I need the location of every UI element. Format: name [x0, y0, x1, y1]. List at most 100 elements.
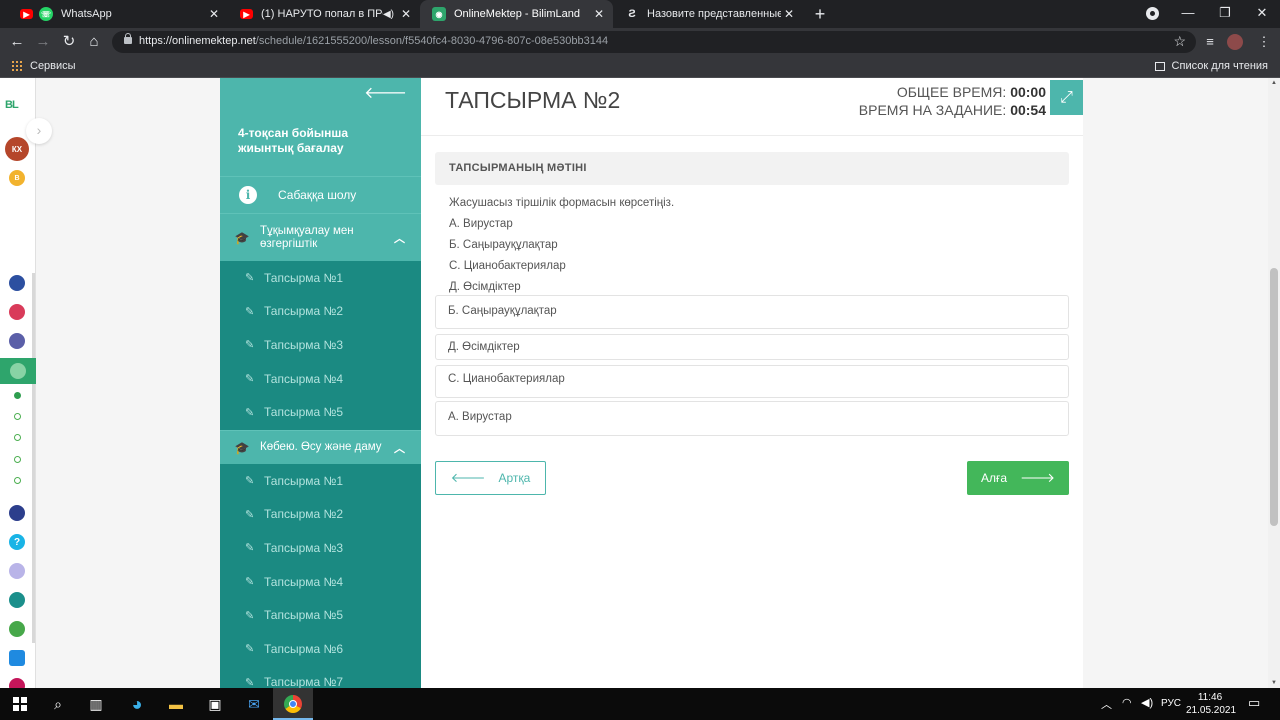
- tray-chevron-icon[interactable]: ︿: [1101, 696, 1112, 712]
- subject-biology-icon[interactable]: [10, 363, 26, 379]
- chrome-taskbar-icon[interactable]: [273, 688, 313, 720]
- sidebar-item-task[interactable]: ✎ Тапсырма №1: [220, 261, 421, 295]
- sidebar-item-task[interactable]: ✎ Тапсырма №5: [220, 598, 421, 632]
- collapse-sidebar-button[interactable]: ›: [26, 118, 52, 144]
- fullscreen-button[interactable]: ⤢: [1050, 80, 1083, 115]
- bookmark-services[interactable]: Сервисы: [30, 60, 76, 72]
- close-tab-icon[interactable]: ✕: [781, 7, 797, 21]
- answer-option[interactable]: Д. Өсімдіктер: [435, 334, 1069, 360]
- subject-music-icon[interactable]: [9, 678, 25, 688]
- notifications-icon[interactable]: ▭: [1248, 695, 1260, 711]
- reading-list-button[interactable]: Список для чтения: [1154, 60, 1268, 72]
- tab-youtube[interactable]: ▶ (1) НАРУТО попал в ПРОШЛ ◀) ✕: [228, 0, 420, 28]
- subject-geography-icon[interactable]: [9, 592, 25, 608]
- reload-icon[interactable]: ↻: [58, 31, 80, 53]
- page-scrollbar[interactable]: ▲ ▼: [1268, 78, 1280, 688]
- edit-icon: ✎: [245, 609, 255, 622]
- section-reproduction[interactable]: 🎓 Көбею. Өсу және даму ︿: [220, 430, 421, 464]
- answer-option[interactable]: А. Вирустар: [435, 401, 1069, 436]
- close-tab-icon[interactable]: ✕: [591, 7, 607, 21]
- sidebar-item-task[interactable]: ✎ Тапсырма №7: [220, 666, 421, 688]
- subject-math-icon[interactable]: [9, 275, 25, 291]
- lesson-ring-icon[interactable]: [14, 456, 21, 463]
- question-option: С. Цианобактериялар: [449, 260, 566, 272]
- sidebar-item-task[interactable]: ✎ Тапсырма №4: [220, 565, 421, 599]
- home-icon[interactable]: ⌂: [83, 31, 105, 53]
- speaker-icon[interactable]: ◀): [383, 9, 394, 20]
- section-heredity[interactable]: 🎓 Тұқымқуалау мен өзгергіштік ︿: [220, 213, 421, 261]
- sidebar-item-task[interactable]: ✎ Тапсырма №3: [220, 531, 421, 565]
- sidebar-item-task[interactable]: ✎ Тапсырма №4: [220, 362, 421, 396]
- close-window-button[interactable]: ✕: [1244, 0, 1280, 28]
- task-panel: ТАПСЫРМА №2 ОБЩЕЕ ВРЕМЯ: 00:00 ВРЕМЯ НА …: [421, 78, 1083, 688]
- subject-science-icon[interactable]: [9, 621, 25, 637]
- lesson-ring-icon[interactable]: [14, 477, 21, 484]
- search-icon[interactable]: ⌕: [38, 688, 78, 720]
- sidebar-header: 🡐 4-тоқсан бойынша жиынтық бағалау: [220, 78, 421, 176]
- answer-option[interactable]: Б. Саңырауқұлақтар: [435, 295, 1069, 329]
- close-tab-icon[interactable]: ✕: [398, 7, 414, 21]
- address-bar[interactable]: https://onlinemektep.net/schedule/162155…: [112, 31, 1196, 53]
- course-sidebar: 🡐 4-тоқсан бойынша жиынтық бағалау i Саб…: [220, 78, 421, 688]
- scroll-up-icon[interactable]: ▲: [1268, 80, 1280, 86]
- edge-browser-icon[interactable]: ◕: [117, 688, 157, 720]
- active-subject-highlight[interactable]: [0, 358, 36, 384]
- menu-dots-icon[interactable]: ⋮: [1253, 31, 1275, 53]
- minimize-button[interactable]: —: [1170, 0, 1206, 28]
- account-icon[interactable]: [1146, 7, 1159, 20]
- language-indicator[interactable]: РУС: [1161, 698, 1181, 709]
- edit-icon: ✎: [245, 272, 255, 285]
- next-button[interactable]: Алға 🡒: [967, 461, 1069, 495]
- subject-literature-icon[interactable]: [9, 304, 25, 320]
- back-arrow-icon[interactable]: 🡐: [364, 82, 407, 103]
- back-button[interactable]: 🡐 Артқа: [435, 461, 546, 495]
- lesson-ring-icon[interactable]: [14, 434, 21, 441]
- back-arrow-icon[interactable]: ←: [6, 31, 28, 53]
- store-icon[interactable]: ▣: [195, 688, 235, 720]
- sidebar-item-task[interactable]: ✎ Тапсырма №2: [220, 498, 421, 532]
- sidebar-item-task[interactable]: ✎ Тапсырма №2: [220, 295, 421, 329]
- subject-history-icon[interactable]: [9, 333, 25, 349]
- maximize-button[interactable]: ❐: [1207, 0, 1243, 28]
- badge-icon[interactable]: B: [9, 170, 25, 186]
- volume-icon[interactable]: ◀): [1141, 696, 1153, 709]
- sidebar-item-task[interactable]: ✎ Тапсырма №1: [220, 464, 421, 498]
- sidebar-item-task[interactable]: ✎ Тапсырма №5: [220, 395, 421, 429]
- scroll-down-icon[interactable]: ▼: [1268, 680, 1280, 686]
- user-avatar[interactable]: КХ: [5, 137, 29, 161]
- apps-grid-icon[interactable]: [12, 61, 22, 71]
- media-control-icon[interactable]: ≡: [1199, 31, 1221, 53]
- mail-icon[interactable]: ✉: [234, 688, 274, 720]
- subject-art-icon[interactable]: [9, 563, 25, 579]
- tab-title: Назовите представленные на р: [647, 8, 781, 20]
- help-icon[interactable]: ?: [9, 534, 25, 550]
- sidebar-item-task[interactable]: ✎ Тапсырма №6: [220, 632, 421, 666]
- close-tab-icon[interactable]: ✕: [206, 7, 222, 21]
- lesson-ring-icon[interactable]: [14, 413, 21, 420]
- edit-icon: ✎: [245, 676, 255, 688]
- subject-english-icon[interactable]: [9, 505, 25, 521]
- clock[interactable]: 11:46 21.05.2021: [1186, 691, 1236, 717]
- app-sidebar-scrollbar[interactable]: [32, 273, 35, 643]
- checklist-icon[interactable]: [9, 650, 25, 666]
- tab-znanija[interactable]: Ƨ Назовите представленные на р ✕: [613, 0, 803, 28]
- task-view-icon[interactable]: ▥: [76, 688, 116, 720]
- start-button[interactable]: [0, 688, 40, 720]
- bookmark-star-icon[interactable]: ☆: [1173, 33, 1186, 50]
- answer-option[interactable]: С. Цианобактериялар: [435, 365, 1069, 398]
- chevron-up-icon[interactable]: ︿: [394, 440, 405, 456]
- profile-avatar[interactable]: [1227, 34, 1243, 50]
- tab-onlinemektep[interactable]: ◉ OnlineMektep - BilimLand ✕: [420, 0, 613, 28]
- forward-arrow-icon[interactable]: →: [32, 31, 54, 53]
- reading-list-icon: [1154, 61, 1165, 71]
- network-icon[interactable]: ◠: [1122, 696, 1132, 709]
- new-tab-button[interactable]: +: [810, 4, 830, 24]
- lesson-review-item[interactable]: i Сабаққа шолу: [220, 176, 421, 213]
- task-label: Тапсырма №7: [264, 675, 344, 688]
- chevron-up-icon[interactable]: ︿: [394, 230, 405, 246]
- scrollbar-thumb[interactable]: [1270, 268, 1278, 526]
- file-explorer-icon[interactable]: ▬: [156, 688, 196, 720]
- lesson-dot-icon[interactable]: [14, 392, 21, 399]
- sidebar-item-task[interactable]: ✎ Тапсырма №3: [220, 328, 421, 362]
- tab-whatsapp[interactable]: ▶ ☏ WhatsApp ✕: [8, 0, 228, 28]
